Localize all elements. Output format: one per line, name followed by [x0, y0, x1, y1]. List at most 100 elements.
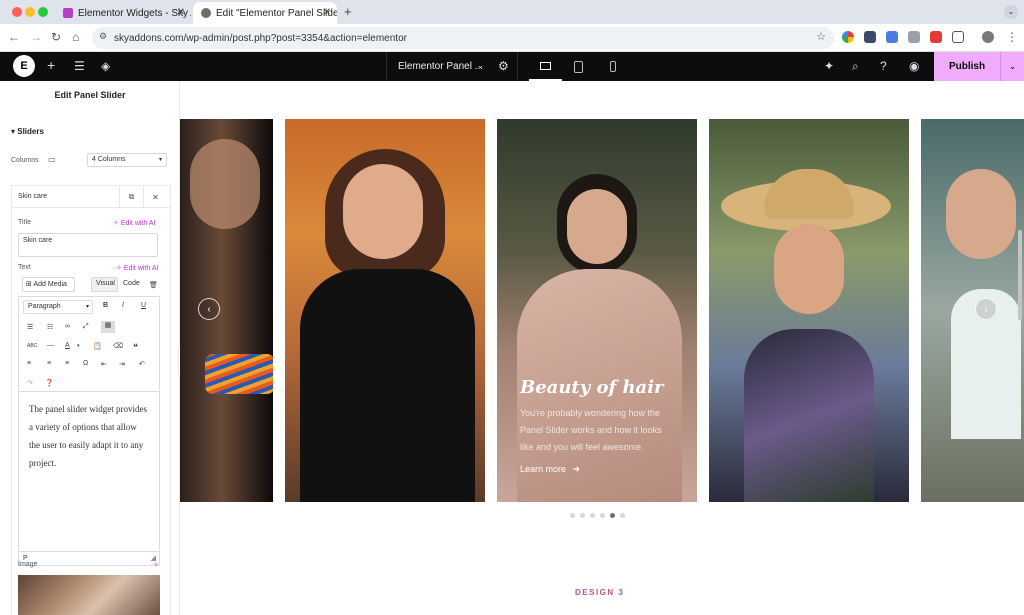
text-color-icon[interactable]: A	[65, 342, 70, 349]
profile-avatar-icon[interactable]	[982, 31, 994, 43]
canvas-scrollbar[interactable]	[1018, 230, 1022, 320]
maximize-window-button[interactable]	[38, 7, 48, 17]
bullet-list-icon[interactable]: ☰	[27, 323, 33, 331]
chevron-down-icon[interactable]: ▾	[77, 343, 80, 349]
desktop-view-button[interactable]	[529, 52, 562, 81]
numbered-list-icon[interactable]: ☷	[47, 323, 53, 331]
notifications-rocket-icon[interactable]: ✦	[824, 59, 834, 73]
elementor-logo-icon[interactable]: E	[13, 55, 35, 77]
toolbar-toggle-icon[interactable]: ▦	[101, 321, 115, 333]
add-media-label: Add Media	[33, 281, 67, 288]
browser-tab-widgets[interactable]: Elementor Widgets - Sky Add ✕	[55, 2, 191, 24]
slide-4[interactable]	[709, 119, 909, 502]
slide-description: You're probably wondering how the Panel …	[520, 408, 662, 452]
site-info-icon[interactable]: ⚙	[99, 31, 107, 42]
slider-prev-arrow-icon[interactable]: ‹	[198, 298, 220, 320]
strikethrough-icon[interactable]: ABC	[27, 343, 37, 349]
preview-eye-icon[interactable]: ◉	[909, 59, 919, 73]
responsive-desktop-icon[interactable]: ▭	[48, 155, 56, 164]
mobile-view-button[interactable]	[596, 52, 629, 81]
extension-translate-icon[interactable]	[886, 31, 898, 43]
slide-2[interactable]	[285, 119, 485, 502]
horizontal-line-icon[interactable]: —	[47, 342, 54, 349]
tablet-view-button[interactable]	[562, 52, 595, 81]
redo-icon[interactable]: ↷	[27, 379, 33, 387]
slider-dot-4[interactable]	[600, 513, 605, 518]
keyboard-shortcuts-help-icon[interactable]: ❓	[45, 379, 54, 387]
extension-red-icon[interactable]	[930, 31, 942, 43]
sliders-section-toggle[interactable]: ▾ Sliders	[11, 127, 44, 136]
outdent-icon[interactable]: ⇤	[101, 360, 107, 368]
slider-dot-1[interactable]	[570, 513, 575, 518]
paste-text-icon[interactable]: 📋	[93, 342, 102, 350]
bookmark-star-icon[interactable]: ☆	[816, 30, 826, 43]
minimize-window-button[interactable]	[25, 7, 35, 17]
special-character-icon[interactable]: Ω	[83, 360, 88, 367]
slider-next-arrow-icon[interactable]: ›	[975, 298, 997, 320]
extension-color-icon[interactable]	[842, 31, 854, 43]
duplicate-icon[interactable]: ⧉	[119, 186, 143, 208]
columns-value: 4 Columns	[92, 156, 126, 163]
tab-visual[interactable]: Visual	[91, 277, 118, 292]
slider-dot-5-active[interactable]	[610, 513, 615, 518]
edit-with-ai-title-link[interactable]: ✧ Edit with AI	[113, 219, 155, 227]
publish-button[interactable]: Publish	[934, 52, 1000, 81]
tab-code[interactable]: Code	[118, 277, 143, 292]
link-icon[interactable]: ∞	[65, 323, 70, 330]
reload-icon[interactable]: ↻	[51, 30, 61, 44]
hat-crown-shape	[764, 169, 854, 219]
align-left-icon[interactable]: ≡	[27, 360, 31, 367]
align-right-icon[interactable]: ≡	[65, 360, 69, 367]
editor-content[interactable]: The panel slider widget provides a varie…	[19, 391, 159, 551]
slider-dot-3[interactable]	[590, 513, 595, 518]
extension-shield-icon[interactable]	[864, 31, 876, 43]
indent-icon[interactable]: ⇥	[119, 360, 125, 368]
face-shape	[567, 189, 627, 264]
new-tab-icon[interactable]: +	[344, 4, 352, 19]
underline-icon[interactable]: U	[141, 302, 146, 309]
site-settings-icon[interactable]: ☰	[74, 59, 85, 73]
tab-search-icon[interactable]: ⌄	[1004, 5, 1018, 19]
fullscreen-icon[interactable]: ⤢	[83, 323, 89, 331]
learn-more-link[interactable]: Learn more ➔	[520, 464, 580, 475]
title-textarea[interactable]: Skin care	[18, 233, 158, 257]
slide-partial-right[interactable]	[921, 119, 1024, 502]
image-thumbnail[interactable]	[18, 575, 160, 615]
blockquote-icon[interactable]: ❝	[133, 342, 138, 353]
home-icon[interactable]: ⌂	[72, 30, 79, 44]
add-media-button[interactable]: ⊞ Add Media	[22, 277, 75, 292]
page-settings-gear-icon[interactable]: ⚙	[498, 59, 509, 73]
extensions-puzzle-icon[interactable]	[952, 31, 964, 43]
bold-icon[interactable]: B	[103, 302, 108, 309]
undo-icon[interactable]: ↶	[139, 360, 145, 368]
url-field[interactable]: ⚙ skyaddons.com/wp-admin/post.php?post=3…	[92, 27, 834, 49]
close-tab-icon[interactable]: ✕	[323, 7, 331, 18]
back-icon[interactable]: ←	[8, 30, 20, 44]
slide-partial-left[interactable]	[180, 119, 273, 502]
extension-image-icon[interactable]	[908, 31, 920, 43]
align-center-icon[interactable]: ≡	[47, 360, 51, 367]
structure-layers-icon[interactable]: ◈	[101, 59, 110, 73]
clear-formatting-icon[interactable]: ⌫	[113, 342, 123, 350]
add-element-icon[interactable]: +	[47, 57, 55, 73]
trash-icon[interactable]: 🗑	[149, 281, 158, 289]
forward-icon[interactable]: →	[30, 30, 42, 44]
face-shape	[774, 224, 844, 314]
close-tab-icon[interactable]: ✕	[177, 7, 185, 18]
help-icon[interactable]: ?	[880, 59, 887, 73]
edit-with-ai-text-link[interactable]: ✧ Edit with AI	[116, 264, 158, 272]
browser-tab-edit[interactable]: Edit "Elementor Panel Slider" ✕	[193, 2, 337, 24]
format-select[interactable]: Paragraph ▾	[23, 300, 93, 314]
browser-menu-icon[interactable]: ⋮	[1006, 30, 1018, 44]
slider-dot-2[interactable]	[580, 513, 585, 518]
editor-panel: Edit Panel Slider ▾ Sliders Columns ▭ 4 …	[0, 81, 180, 615]
ai-sparkle-icon[interactable]: ✧	[153, 561, 159, 569]
remove-item-icon[interactable]: ✕	[143, 186, 167, 208]
italic-icon[interactable]: I	[122, 302, 124, 309]
slide-3-active[interactable]: Beauty of hair You're probably wondering…	[497, 119, 697, 502]
slider-dot-6[interactable]	[620, 513, 625, 518]
publish-options-chevron-icon[interactable]: ⌄	[1000, 52, 1024, 81]
search-icon[interactable]: ⌕	[852, 59, 859, 74]
columns-select[interactable]: 4 Columns ▾	[87, 153, 167, 167]
close-window-button[interactable]	[12, 7, 22, 17]
